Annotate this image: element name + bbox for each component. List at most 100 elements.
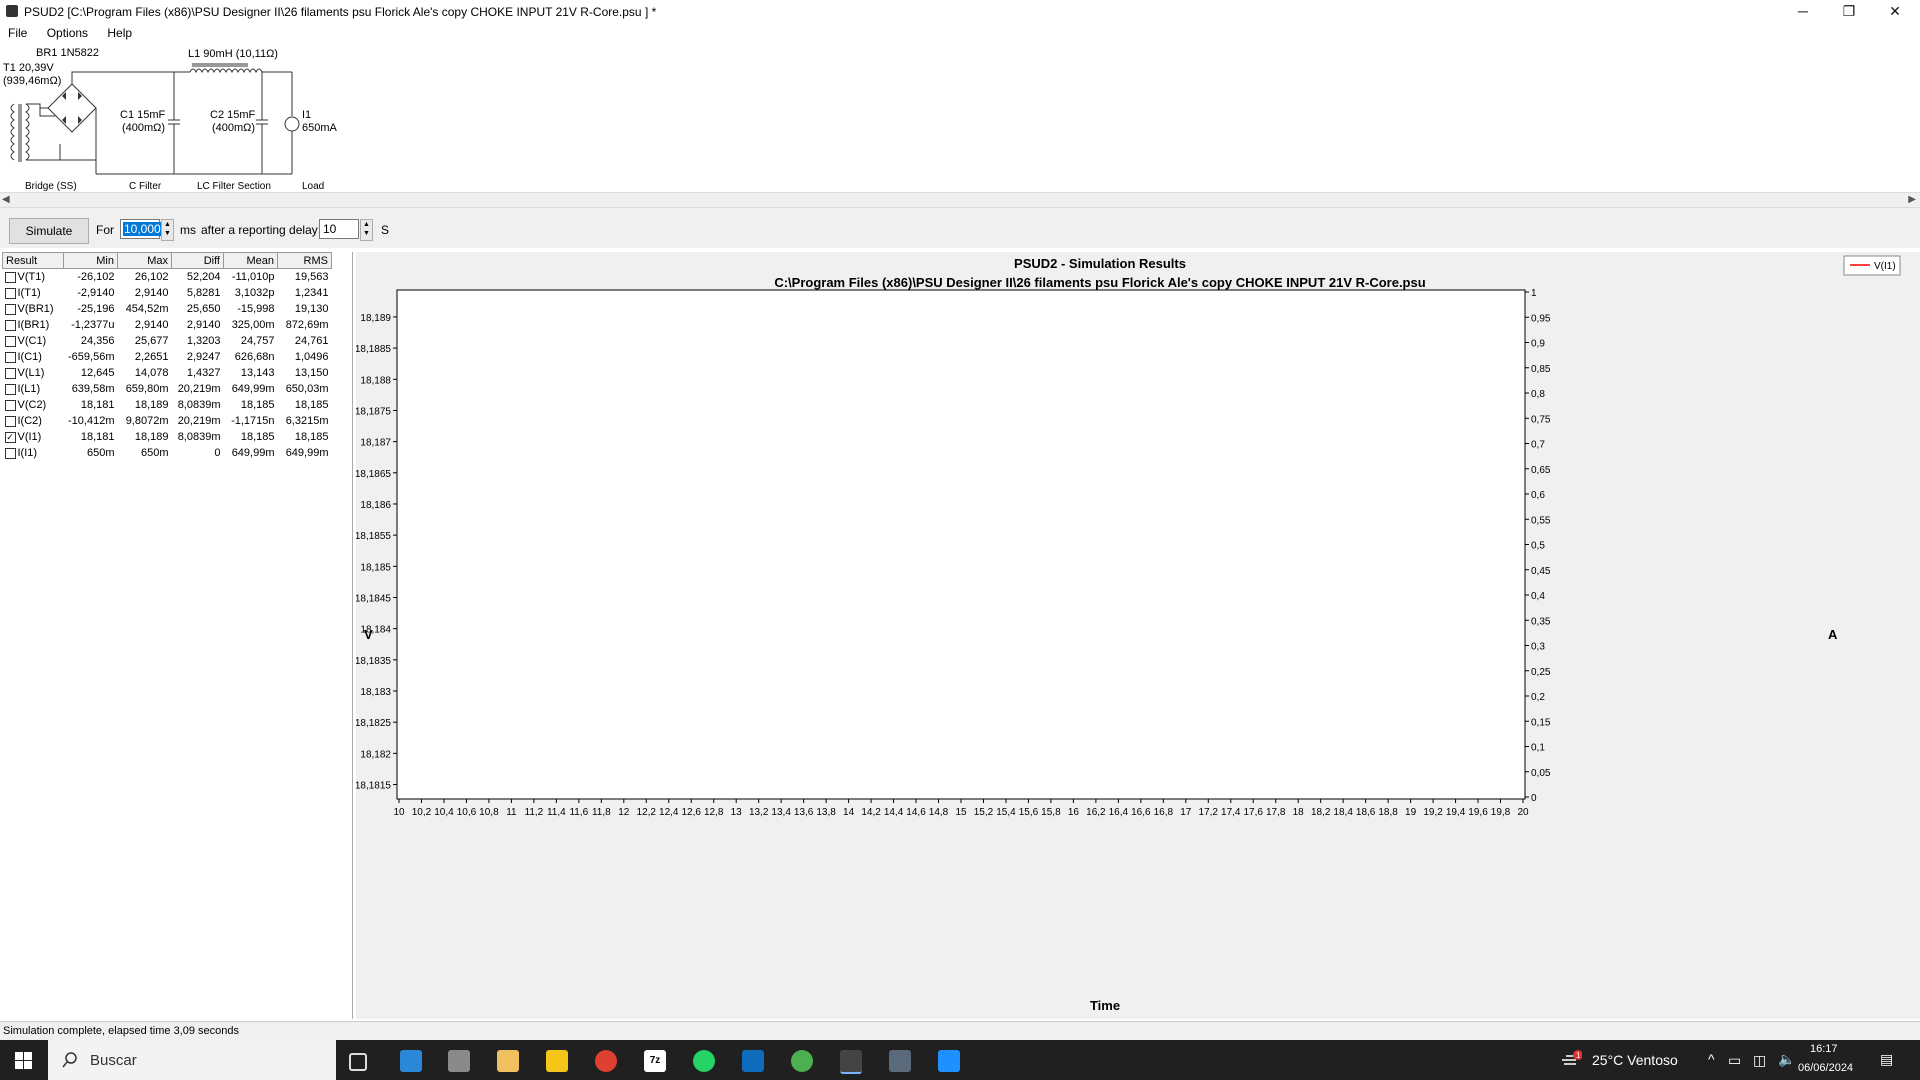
result-checkbox[interactable] [4, 351, 16, 363]
result-checkbox[interactable] [4, 447, 16, 459]
whatsapp-icon[interactable] [693, 1050, 715, 1072]
col-rms[interactable]: RMS [277, 252, 332, 269]
clock-time[interactable]: 16:17 [1810, 1043, 1838, 1055]
schematic-scrollbar[interactable]: ◀ ▶ [0, 192, 1920, 208]
psud2-icon[interactable] [840, 1050, 862, 1074]
table-row[interactable]: ✓ V(I1) 18,181 18,189 8,0839m 18,185 18,185 [3, 429, 332, 445]
legend[interactable]: V(I1) [1843, 255, 1901, 276]
result-rms-cell: 872,69m [285, 319, 329, 331]
y-tick-label: 18,1865 [356, 469, 391, 480]
scroll-right-icon[interactable]: ▶ [1908, 194, 1916, 205]
table-row[interactable]: V(C1) 24,356 25,677 1,3203 24,757 24,761 [3, 333, 332, 349]
table-row[interactable]: I(C1) -659,56m 2,2651 2,9247 626,68n 1,0496 [3, 349, 332, 365]
table-row[interactable]: I(BR1) -1,2377u 2,9140 2,9140 325,00m 872,69m [3, 317, 332, 333]
duration-spinner[interactable]: ▲ ▼ [161, 219, 174, 241]
x-tick-label: 14,2 [861, 807, 881, 818]
y2-tick-label: 0,25 [1531, 667, 1551, 678]
legend-series-name: V(I1) [1874, 261, 1896, 272]
network-icon[interactable]: ▭ [1728, 1052, 1741, 1069]
col-min[interactable]: Min [63, 252, 118, 269]
table-row[interactable]: V(T1) -26,102 26,102 52,204 -11,010p 19,563 [3, 269, 332, 286]
table-row[interactable]: V(L1) 12,645 14,078 1,4327 13,143 13,150 [3, 365, 332, 381]
x-tick-label: 12,4 [659, 807, 679, 818]
paint-app-icon[interactable] [938, 1050, 960, 1072]
col-mean[interactable]: Mean [223, 252, 278, 269]
duration-value: 10,000 [123, 222, 162, 236]
utorrent-icon[interactable] [791, 1050, 813, 1072]
table-row[interactable]: I(L1) 639,58m 659,80m 20,219m 649,99m 650,03m [3, 381, 332, 397]
table-row[interactable]: I(T1) -2,9140 2,9140 5,8281 3,1032p 1,2341 [3, 285, 332, 301]
clock-date[interactable]: 06/06/2024 [1798, 1062, 1853, 1074]
volume-icon[interactable]: 🔈 [1778, 1051, 1795, 1068]
x-tick-label: 10,2 [412, 807, 432, 818]
result-name: I(C2) [17, 415, 42, 427]
weather-text[interactable]: 25°C Ventoso [1592, 1052, 1678, 1068]
result-checkbox[interactable] [4, 287, 16, 299]
x-tick-label: 19,8 [1491, 807, 1511, 818]
restore-button[interactable]: ❐ [1826, 0, 1872, 22]
result-checkbox[interactable] [4, 399, 16, 411]
chrome-icon[interactable] [595, 1050, 617, 1072]
result-diff-cell: 8,0839m [177, 431, 221, 443]
delay-label: after a reporting delay of [201, 223, 332, 237]
y2-tick-label: 0,6 [1531, 490, 1545, 501]
outlook-icon[interactable] [742, 1050, 764, 1072]
col-result[interactable]: Result [2, 252, 64, 269]
paper-plane-app-icon[interactable] [448, 1050, 470, 1072]
delay-input[interactable]: 10 [319, 219, 359, 239]
result-min-cell: 24,356 [80, 335, 115, 347]
minimize-button[interactable]: ─ [1780, 0, 1826, 22]
menu-file[interactable]: File [0, 24, 35, 40]
y2-tick-label: 1 [1531, 288, 1537, 299]
store-icon[interactable] [400, 1050, 422, 1072]
result-checkbox[interactable] [4, 303, 16, 315]
section-bridge: Bridge (SS) [25, 181, 77, 192]
file-explorer-icon[interactable] [546, 1050, 568, 1072]
c1-resistance: (400mΩ) [122, 122, 166, 134]
result-checkbox[interactable]: ✓ [4, 431, 16, 443]
table-row[interactable]: V(BR1) -25,196 454,52m 25,650 -15,998 19,130 [3, 301, 332, 317]
menu-bar: File Options Help [0, 24, 1920, 44]
x-tick-label: 17 [1180, 807, 1192, 818]
result-checkbox[interactable] [4, 319, 16, 331]
meet-now-icon[interactable]: ◫ [1753, 1052, 1766, 1069]
circuit-schematic[interactable]: BR1 1N5822 T1 20,39V (939,46mΩ) L1 90mH … [0, 44, 1920, 192]
result-min-cell: 18,181 [80, 431, 115, 443]
x-tick-label: 11,4 [547, 807, 566, 818]
result-checkbox[interactable] [4, 415, 16, 427]
menu-options[interactable]: Options [39, 24, 96, 40]
result-diff-cell: 1,3203 [186, 335, 221, 347]
notifications-icon[interactable]: ▤ [1880, 1051, 1893, 1068]
table-row[interactable]: V(C2) 18,181 18,189 8,0839m 18,185 18,185 [3, 397, 332, 413]
result-mean-cell: 13,143 [240, 367, 275, 379]
result-max-cell: 18,189 [134, 431, 169, 443]
notepad-icon[interactable] [497, 1050, 519, 1072]
table-row[interactable]: I(C2) -10,412m 9,8072m 20,219m -1,1715n 6,321… [3, 413, 332, 429]
close-button[interactable]: ✕ [1872, 0, 1918, 22]
scroll-left-icon[interactable]: ◀ [2, 194, 10, 205]
task-view-icon[interactable] [349, 1053, 367, 1071]
simulate-button[interactable]: Simulate [9, 218, 89, 244]
col-diff[interactable]: Diff [171, 252, 224, 269]
calculator-icon[interactable] [889, 1050, 911, 1072]
y2-tick-label: 0,95 [1531, 313, 1551, 324]
delay-spinner[interactable]: ▲ ▼ [360, 219, 373, 241]
menu-help[interactable]: Help [99, 24, 140, 40]
7zip-icon[interactable]: 7z [644, 1050, 666, 1072]
results-panel: Result Min Max Diff Mean RMS V(T1) -26,10… [0, 252, 353, 1019]
duration-input[interactable]: 10,000 [120, 219, 162, 239]
table-row[interactable]: I(I1) 650m 650m 0 649,99m 649,99m [3, 445, 332, 461]
col-max[interactable]: Max [117, 252, 172, 269]
result-checkbox[interactable] [4, 271, 16, 283]
weather-icon[interactable]: 1 [1560, 1050, 1582, 1070]
taskbar-search[interactable]: Buscar [48, 1040, 336, 1080]
result-name-cell: V(C2) [3, 397, 64, 413]
search-icon [62, 1052, 77, 1068]
chevron-up-icon[interactable]: ^ [1708, 1051, 1715, 1067]
result-name: V(C1) [17, 335, 47, 347]
y2-tick-label: 0,9 [1531, 339, 1545, 350]
windows-start-icon[interactable] [15, 1052, 32, 1069]
result-checkbox[interactable] [4, 367, 16, 379]
result-checkbox[interactable] [4, 335, 16, 347]
result-checkbox[interactable] [4, 383, 16, 395]
